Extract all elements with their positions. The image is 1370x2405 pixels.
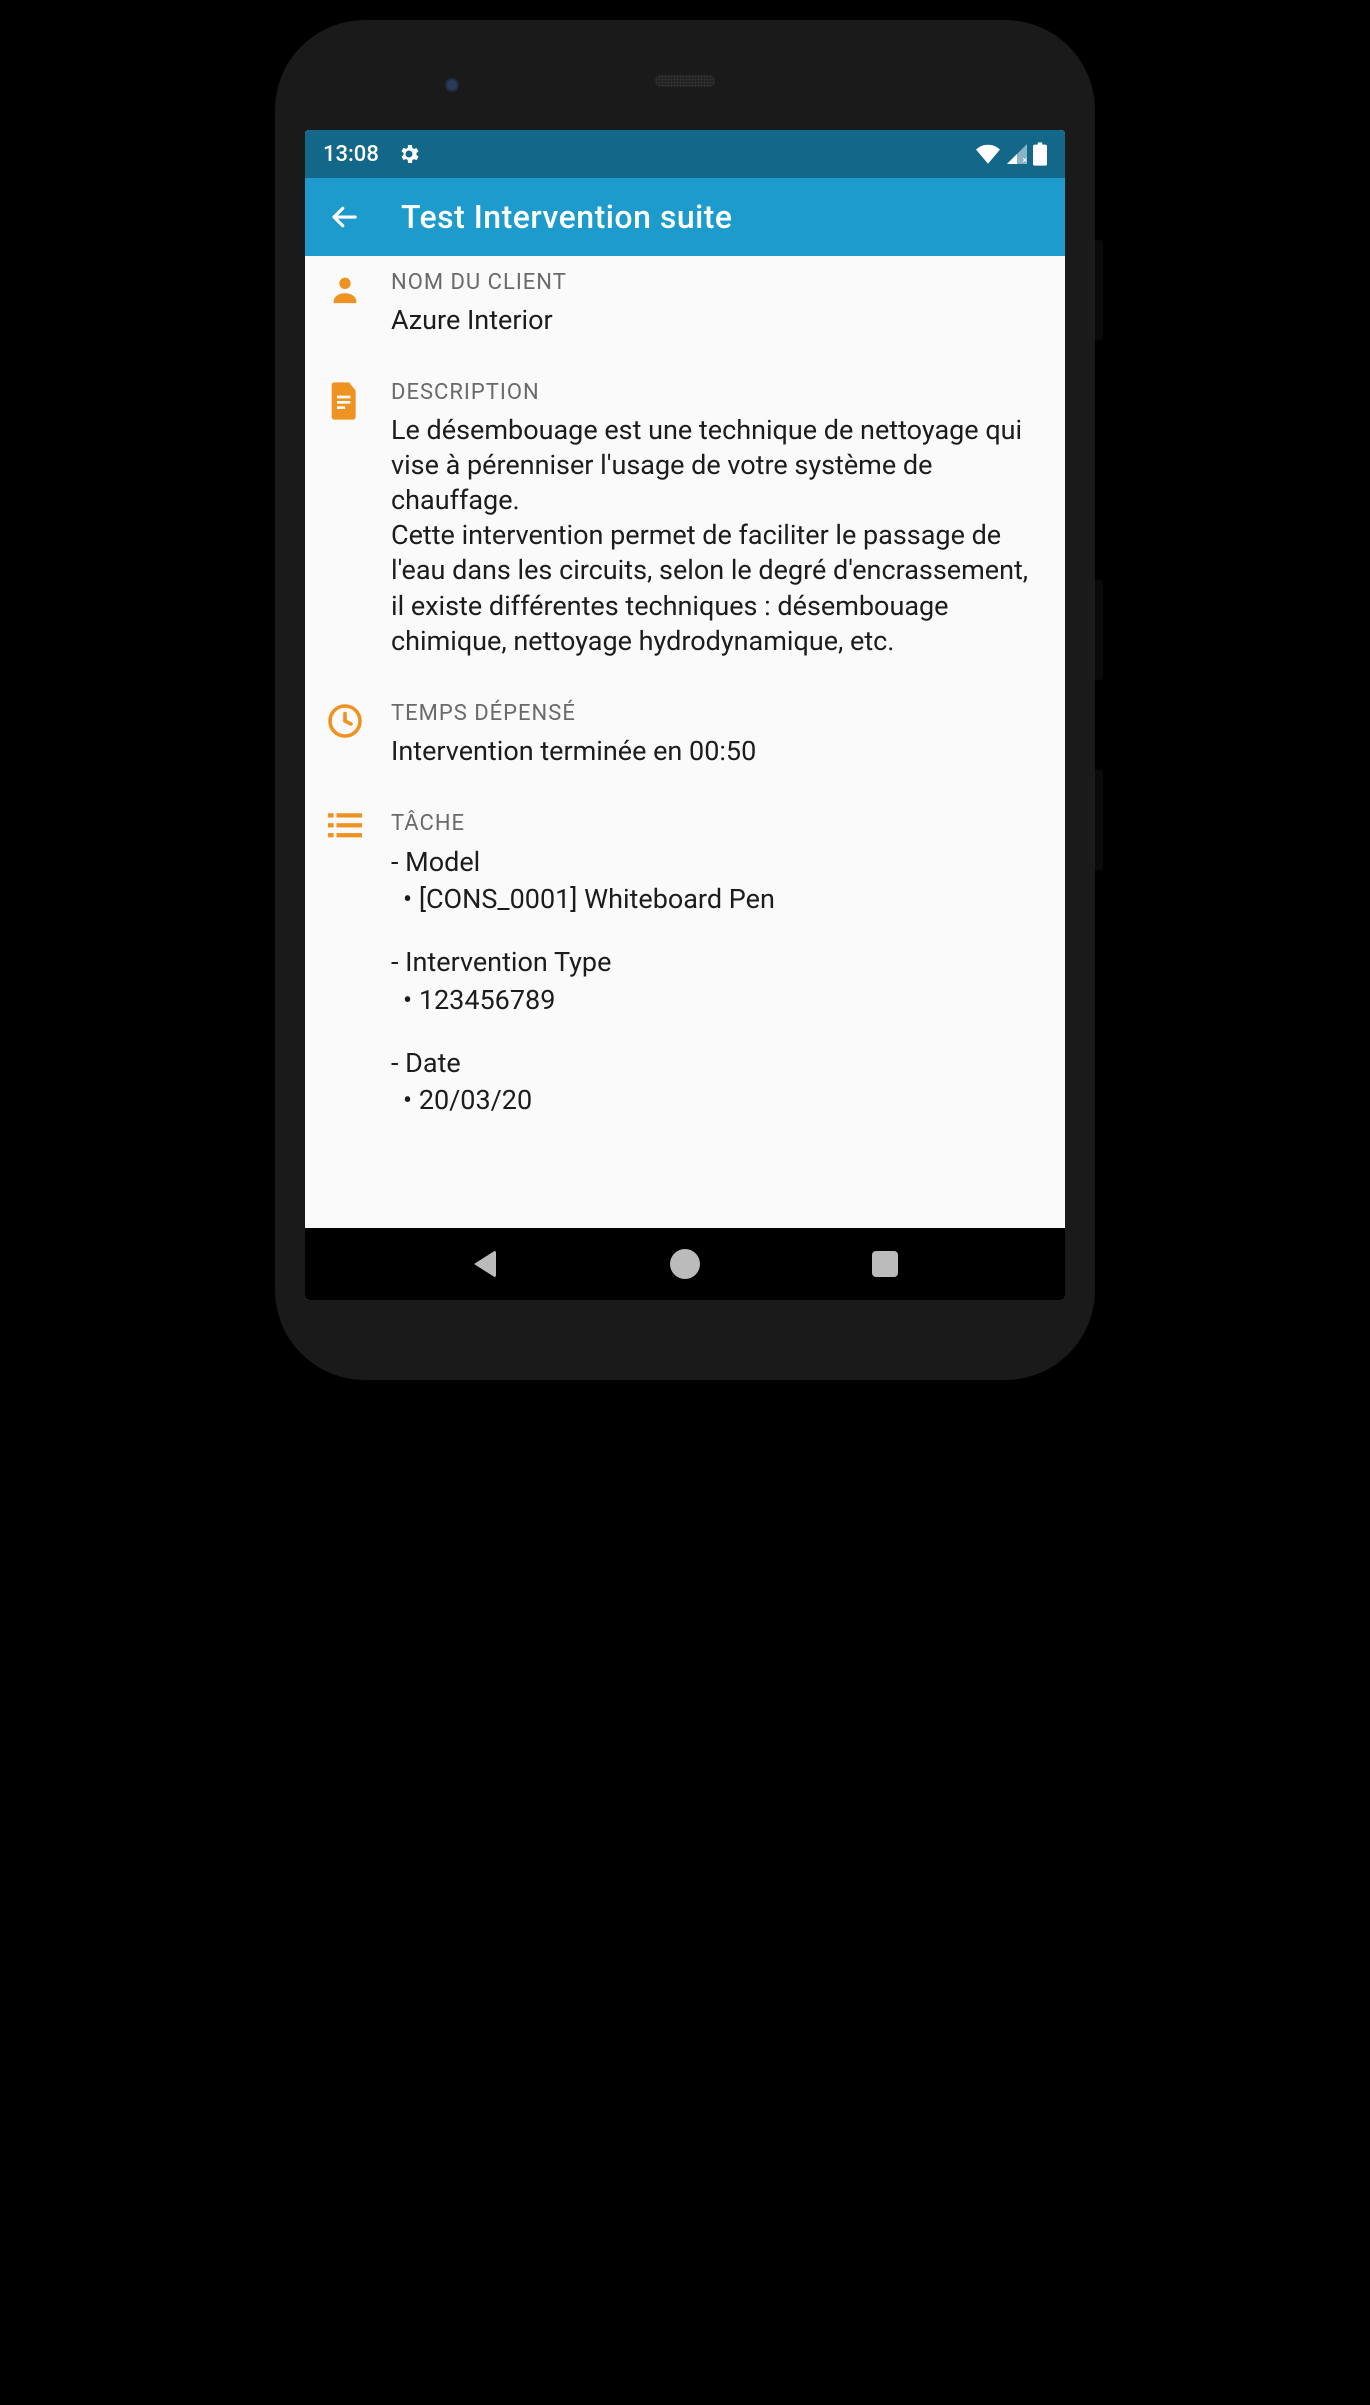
description-value: Le désembouage est une technique de nett…: [391, 413, 1037, 659]
section-client: NOM DU CLIENT Azure Interior: [323, 270, 1037, 338]
description-label: DESCRIPTION: [391, 380, 1037, 405]
time-spent-value: Intervention terminée en 00:50: [391, 734, 1037, 769]
client-value: Azure Interior: [391, 303, 1037, 338]
side-button: [1095, 770, 1103, 870]
task-item-value: [CONS_0001] Whiteboard Pen: [391, 881, 1037, 918]
side-button: [1095, 240, 1103, 340]
battery-icon: [1033, 142, 1047, 166]
status-time: 13:08: [323, 142, 379, 167]
person-icon: [328, 272, 362, 306]
status-bar: 13:08 ×: [305, 130, 1065, 178]
task-row: Date 20/03/20: [391, 1045, 1037, 1120]
section-time-spent: TEMPS DÉPENSÉ Intervention terminée en 0…: [323, 701, 1037, 769]
task-row: Model [CONS_0001] Whiteboard Pen: [391, 844, 1037, 919]
list-icon: [328, 813, 362, 839]
nav-home-button[interactable]: [667, 1246, 703, 1282]
task-item-name: Model: [391, 844, 1037, 881]
task-item-value: 20/03/20: [391, 1082, 1037, 1119]
section-task: TÂCHE Model [CONS_0001] Whiteboard Pen I…: [323, 811, 1037, 1146]
side-button: [1095, 580, 1103, 680]
app-bar: Test Intervention suite: [305, 178, 1065, 256]
content-area[interactable]: NOM DU CLIENT Azure Interior DESCRIPTION: [305, 256, 1065, 1228]
page-title: Test Intervention suite: [401, 198, 733, 236]
clock-icon: [327, 703, 363, 739]
task-item-name: Intervention Type: [391, 944, 1037, 981]
square-icon: [872, 1251, 898, 1277]
section-description: DESCRIPTION Le désembouage est une techn…: [323, 380, 1037, 659]
back-button[interactable]: [327, 200, 361, 234]
signal-icon: ×: [1007, 144, 1027, 164]
task-row: Intervention Type 123456789: [391, 944, 1037, 1019]
task-list: Model [CONS_0001] Whiteboard Pen Interve…: [391, 844, 1037, 1120]
arrow-left-icon: [329, 202, 359, 232]
document-icon: [329, 382, 361, 420]
nav-recent-button[interactable]: [867, 1246, 903, 1282]
task-label: TÂCHE: [391, 811, 1037, 836]
screen: 13:08 × Test Intervention suite: [305, 130, 1065, 1300]
task-item-name: Date: [391, 1045, 1037, 1082]
nav-back-button[interactable]: [467, 1246, 503, 1282]
gear-icon: [397, 142, 421, 166]
wifi-icon: [975, 144, 1001, 164]
phone-frame: 13:08 × Test Intervention suite: [275, 20, 1095, 1380]
circle-icon: [670, 1249, 700, 1279]
svg-text:×: ×: [1023, 156, 1027, 164]
client-label: NOM DU CLIENT: [391, 270, 1037, 295]
android-nav-bar: [305, 1228, 1065, 1300]
time-spent-label: TEMPS DÉPENSÉ: [391, 701, 1037, 726]
triangle-icon: [474, 1250, 496, 1278]
task-item-value: 123456789: [391, 982, 1037, 1019]
